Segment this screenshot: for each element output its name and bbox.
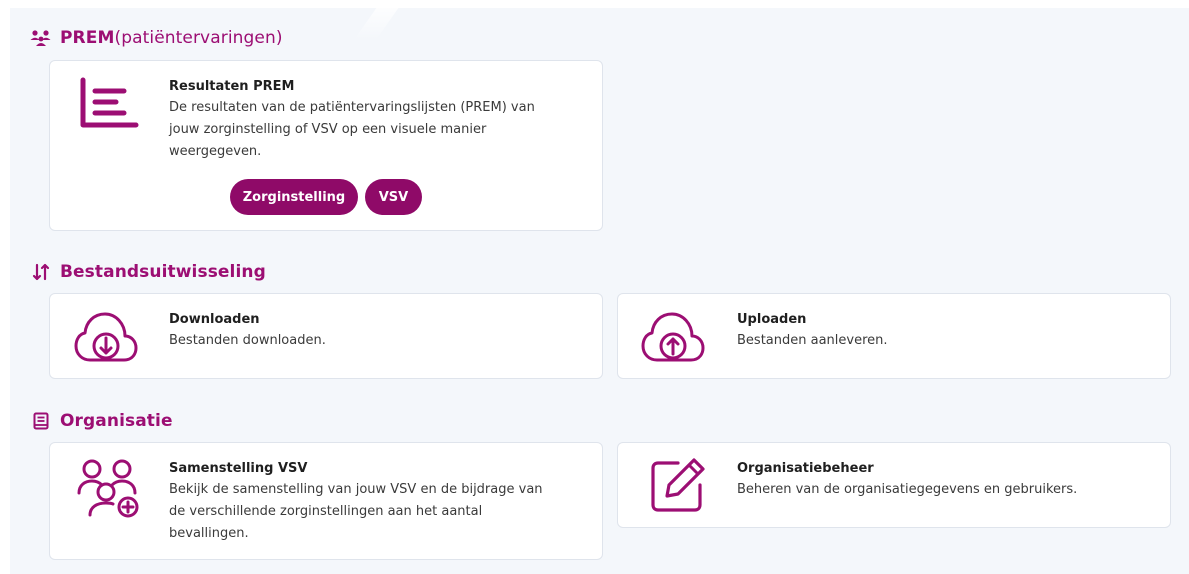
card-title: Organisatiebeheer — [737, 461, 874, 476]
card-description: Bekijk de samenstelling van jouw VSV en … — [169, 479, 594, 545]
card-description: Bestanden aanleveren. — [737, 333, 888, 348]
section-title-prem-main: PREM — [60, 28, 115, 48]
card-description-line: Bekijk de samenstelling van jouw VSV en … — [169, 482, 543, 497]
vsv-button[interactable]: VSV — [365, 179, 422, 215]
sort-arrows-icon — [30, 262, 52, 282]
card-description: Beheren van de organisatiegegevens en ge… — [737, 482, 1078, 497]
card-description-line: de verschillende zorginstellingen aan he… — [169, 504, 483, 519]
section-title-exchange: Bestandsuitwisseling — [30, 262, 266, 282]
section-title-prem-paren: (patiëntervaringen) — [114, 28, 283, 48]
card-description: Bestanden downloaden. — [169, 333, 326, 348]
card-uploaden[interactable]: Uploaden Bestanden aanleveren. — [617, 293, 1171, 379]
users-plus-icon — [76, 455, 146, 523]
card-description-line: jouw zorginstelling of VSV op een visuel… — [169, 122, 487, 137]
card-description-line: bevallingen. — [169, 526, 249, 541]
users-icon — [30, 28, 52, 48]
edit-icon — [648, 455, 708, 519]
section-title-prem: PREM (patiëntervaringen) — [30, 28, 283, 48]
card-description-line: De resultaten van de patiëntervaringslij… — [169, 100, 535, 115]
card-title: Samenstelling VSV — [169, 461, 308, 476]
card-downloaden[interactable]: Downloaden Bestanden downloaden. — [49, 293, 603, 379]
card-description: De resultaten van de patiëntervaringslij… — [169, 97, 594, 163]
card-description-line: weergegeven. — [169, 144, 262, 159]
card-title: Resultaten PREM — [169, 79, 295, 94]
card-organisatiebeheer[interactable]: Organisatiebeheer Beheren van de organis… — [617, 442, 1171, 528]
card-samenstelling-vsv[interactable]: Samenstelling VSV Bekijk de samenstellin… — [49, 442, 603, 560]
section-title-organisation: Organisatie — [30, 411, 173, 431]
card-title: Uploaden — [737, 312, 807, 327]
cloud-download-icon — [74, 308, 138, 368]
section-title-organisation-text: Organisatie — [60, 411, 173, 431]
card-title: Downloaden — [169, 312, 260, 327]
zorginstelling-button[interactable]: Zorginstelling — [230, 179, 358, 215]
section-title-exchange-text: Bestandsuitwisseling — [60, 262, 266, 282]
chart-list-icon — [78, 77, 140, 135]
card-resultaten-prem: Resultaten PREM De resultaten van de pat… — [49, 60, 603, 231]
cloud-upload-icon — [641, 308, 705, 368]
book-icon — [30, 411, 52, 431]
